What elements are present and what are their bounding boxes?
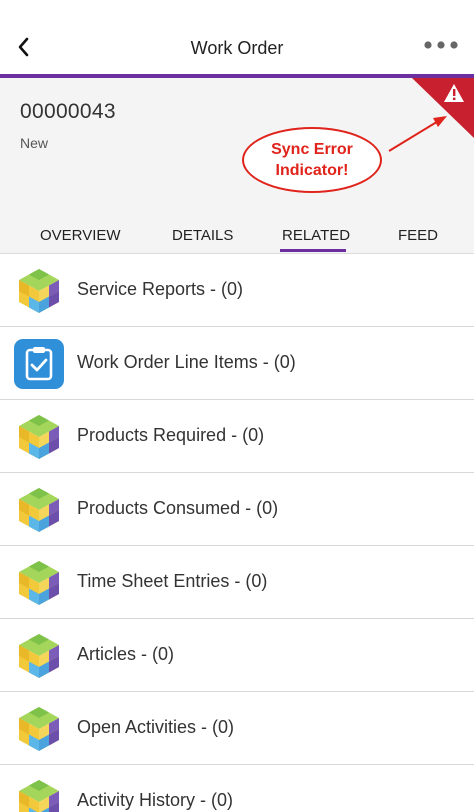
selected-tab-indicator bbox=[280, 249, 346, 252]
cube-icon bbox=[14, 631, 64, 681]
record-status: New bbox=[20, 135, 49, 151]
related-list-item[interactable]: Articles - (0) bbox=[0, 618, 474, 691]
related-list-item[interactable]: Service Reports - (0) bbox=[0, 253, 474, 326]
record-number: 00000043 bbox=[20, 100, 116, 123]
cube-icon bbox=[14, 558, 64, 608]
related-list-label: Open Activities - (0) bbox=[77, 717, 235, 737]
related-list-item[interactable]: Activity History - (0) bbox=[0, 764, 474, 812]
page-title: Work Order bbox=[190, 38, 284, 58]
clipboard-check-icon bbox=[14, 339, 64, 389]
related-list-item[interactable]: Products Consumed - (0) bbox=[0, 472, 474, 545]
tab-details[interactable]: DETAILS bbox=[172, 227, 233, 244]
tab-overview[interactable]: OVERVIEW bbox=[40, 227, 121, 244]
more-horizontal-icon bbox=[424, 41, 458, 49]
related-list-label: Activity History - (0) bbox=[77, 790, 234, 810]
related-list-item[interactable]: Products Required - (0) bbox=[0, 399, 474, 472]
tab-feed[interactable]: FEED bbox=[398, 227, 438, 244]
related-list-label: Work Order Line Items - (0) bbox=[77, 352, 296, 372]
related-list-item[interactable]: Time Sheet Entries - (0) bbox=[0, 545, 474, 618]
related-list-item[interactable]: Open Activities - (0) bbox=[0, 691, 474, 764]
cube-icon bbox=[14, 412, 64, 462]
sync-error-flag[interactable] bbox=[412, 78, 474, 138]
sync-error-callout: Sync Error Indicator! bbox=[242, 127, 382, 193]
related-list-item[interactable]: Work Order Line Items - (0) bbox=[0, 326, 474, 399]
cube-icon bbox=[14, 704, 64, 754]
tab-bar: OVERVIEW DETAILS RELATED FEED bbox=[0, 216, 474, 253]
tab-related[interactable]: RELATED bbox=[282, 227, 350, 244]
cube-icon bbox=[14, 777, 64, 812]
related-lists: Service Reports - (0) Work Order Line It… bbox=[0, 253, 474, 812]
callout-label: Sync Error Indicator! bbox=[271, 141, 353, 179]
related-list-label: Products Required - (0) bbox=[77, 425, 265, 445]
related-list-label: Articles - (0) bbox=[77, 644, 175, 664]
cube-icon bbox=[14, 485, 64, 535]
related-list-label: Products Consumed - (0) bbox=[77, 498, 279, 518]
cube-icon bbox=[14, 266, 64, 316]
nav-bar: Work Order bbox=[0, 0, 474, 74]
related-list-label: Service Reports - (0) bbox=[77, 279, 244, 299]
sync-error-flag-shape bbox=[412, 78, 474, 138]
more-actions-button[interactable] bbox=[422, 38, 462, 52]
related-list-label: Time Sheet Entries - (0) bbox=[77, 571, 268, 591]
